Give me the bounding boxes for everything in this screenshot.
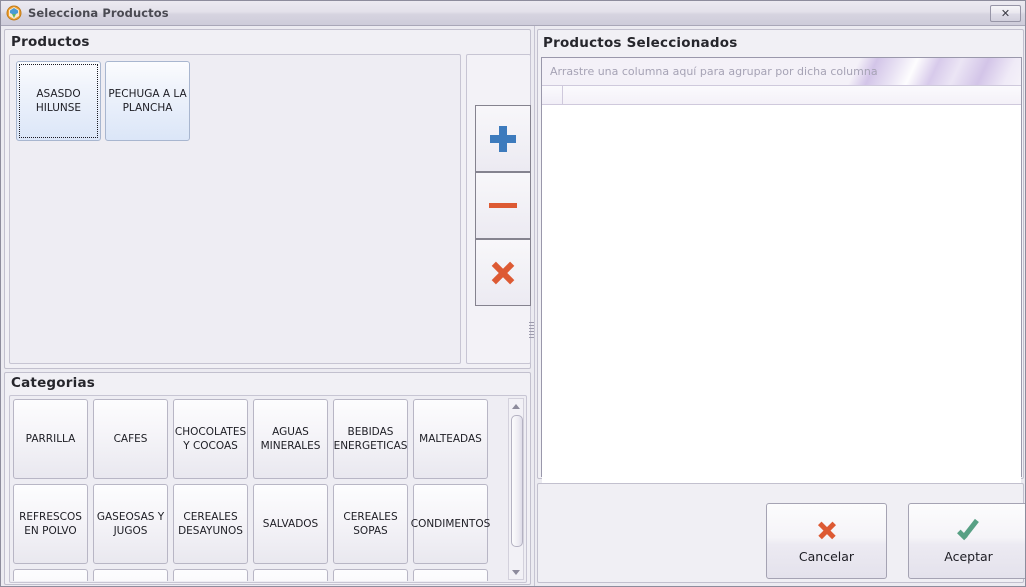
- category-button[interactable]: PANELAS: [413, 569, 488, 581]
- category-label: CONDIMENTOS: [410, 517, 491, 530]
- category-label: REFRESCOS EN POLVO: [19, 510, 82, 537]
- categorias-title: Categorias: [11, 375, 95, 391]
- category-label: MALTEADAS: [419, 432, 482, 445]
- accept-button[interactable]: Aceptar: [908, 503, 1025, 579]
- group-by-panel[interactable]: Arrastre una columna aquí para agrupar p…: [542, 58, 1021, 86]
- category-button[interactable]: BEBIDAS ENERGETICAS: [333, 399, 408, 479]
- delete-button[interactable]: [475, 239, 531, 306]
- app-icon: [6, 5, 22, 21]
- category-label: SALVADOS: [262, 517, 319, 530]
- category-button[interactable]: SALVADOS: [253, 484, 328, 564]
- product-label: ASASDO HILUNSE: [35, 87, 82, 114]
- category-button[interactable]: CAFES: [93, 399, 168, 479]
- category-button[interactable]: REFRESCOS EN POLVO: [13, 484, 88, 564]
- category-label: BEBIDAS ENERGETICAS: [333, 425, 408, 452]
- close-icon: ✕: [1000, 6, 1011, 20]
- select-products-dialog: Selecciona Productos ✕ Productos ASASDO …: [0, 0, 1026, 587]
- productos-title: Productos: [11, 34, 90, 50]
- accept-button-label: Aceptar: [944, 548, 993, 564]
- close-button[interactable]: ✕: [990, 4, 1021, 22]
- category-button[interactable]: CHOCOLATES Y COCOAS: [173, 399, 248, 479]
- categorias-scroll-viewport: PARRILLA CAFES CHOCOLATES Y COCOAS AGUAS MI…: [13, 399, 505, 581]
- category-button[interactable]: CEREALES SOPAS: [333, 484, 408, 564]
- cancel-button-label: Cancelar: [798, 548, 855, 564]
- window-title: Selecciona Productos: [28, 6, 169, 20]
- category-label: CEREALES SOPAS: [343, 510, 398, 537]
- grid-column-header[interactable]: [563, 86, 1021, 104]
- categorias-scrollbar[interactable]: [508, 398, 524, 580]
- category-label: CHOCOLATES Y COCOAS: [174, 425, 247, 452]
- category-button[interactable]: CONDIMENTOS: [410, 484, 491, 564]
- category-label: AGUAS MINERALES: [260, 425, 321, 452]
- category-button[interactable]: MALTEADAS: [413, 399, 488, 479]
- x-icon: [489, 259, 517, 287]
- category-button[interactable]: DULCERIA Y: [93, 569, 168, 581]
- dialog-button-bar: Cancelar Aceptar: [537, 483, 1025, 583]
- category-button[interactable]: CONSERVA: [173, 569, 248, 581]
- remove-button[interactable]: [475, 172, 531, 239]
- minus-icon: [489, 203, 517, 208]
- category-button[interactable]: CEREALES DESAYUNOS: [173, 484, 248, 564]
- category-button[interactable]: FRUTAS EN: [253, 569, 328, 581]
- left-pane: Productos ASASDO HILUNSE PECHUGA A LA PL…: [1, 26, 534, 586]
- category-label: CEREALES DESAYUNOS: [178, 510, 243, 537]
- scroll-down-icon[interactable]: [509, 565, 523, 579]
- grid-indicator-column: [542, 86, 563, 104]
- categorias-list-area[interactable]: PARRILLA CAFES CHOCOLATES Y COCOAS AGUAS MI…: [9, 395, 527, 583]
- categorias-group: Categorias PARRILLA CAFES CHOCOLATES Y COC…: [4, 372, 531, 585]
- group-by-hint: Arrastre una columna aquí para agrupar p…: [550, 65, 878, 78]
- title-bar: Selecciona Productos ✕: [1, 1, 1025, 26]
- selected-products-title: Productos Seleccionados: [543, 35, 738, 51]
- x-icon: [816, 519, 838, 541]
- productos-list-area[interactable]: ASASDO HILUNSE PECHUGA A LA PLANCHA: [9, 54, 461, 364]
- plus-icon: [488, 124, 518, 154]
- product-actions-column: [466, 54, 531, 364]
- selected-products-grid[interactable]: Arrastre una columna aquí para agrupar p…: [541, 57, 1022, 483]
- product-button[interactable]: PECHUGA A LA PLANCHA: [105, 61, 190, 141]
- right-pane: Productos Seleccionados Arrastre una col…: [534, 26, 1025, 586]
- add-button[interactable]: [475, 105, 531, 172]
- category-label: CAFES: [113, 432, 148, 445]
- category-label: PARRILLA: [25, 432, 76, 445]
- grid-body[interactable]: [542, 105, 1021, 483]
- category-buttons: PARRILLA CAFES CHOCOLATES Y COCOAS AGUAS MI…: [13, 399, 505, 581]
- pane-divider: [534, 26, 535, 586]
- scrollbar-thumb[interactable]: [511, 415, 523, 547]
- scroll-up-icon[interactable]: [509, 399, 523, 413]
- productos-group: Productos ASASDO HILUNSE PECHUGA A LA PL…: [4, 29, 534, 369]
- category-button[interactable]: GASEOSAS Y JUGOS: [93, 484, 168, 564]
- selected-products-group: Productos Seleccionados Arrastre una col…: [537, 29, 1024, 483]
- cancel-button[interactable]: Cancelar: [766, 503, 887, 579]
- category-button[interactable]: AGUAS MINERALES: [253, 399, 328, 479]
- product-buttons: ASASDO HILUNSE PECHUGA A LA PLANCHA: [16, 61, 454, 141]
- product-label: PECHUGA A LA PLANCHA: [108, 87, 187, 114]
- product-button[interactable]: ASASDO HILUNSE: [16, 61, 101, 141]
- grid-header-row: [542, 86, 1021, 105]
- category-button[interactable]: SALES: [13, 569, 88, 581]
- category-label: GASEOSAS Y JUGOS: [96, 510, 165, 537]
- category-button[interactable]: PARRILLA: [13, 399, 88, 479]
- check-icon: [957, 519, 981, 541]
- category-button[interactable]: AZUCAR: [333, 569, 408, 581]
